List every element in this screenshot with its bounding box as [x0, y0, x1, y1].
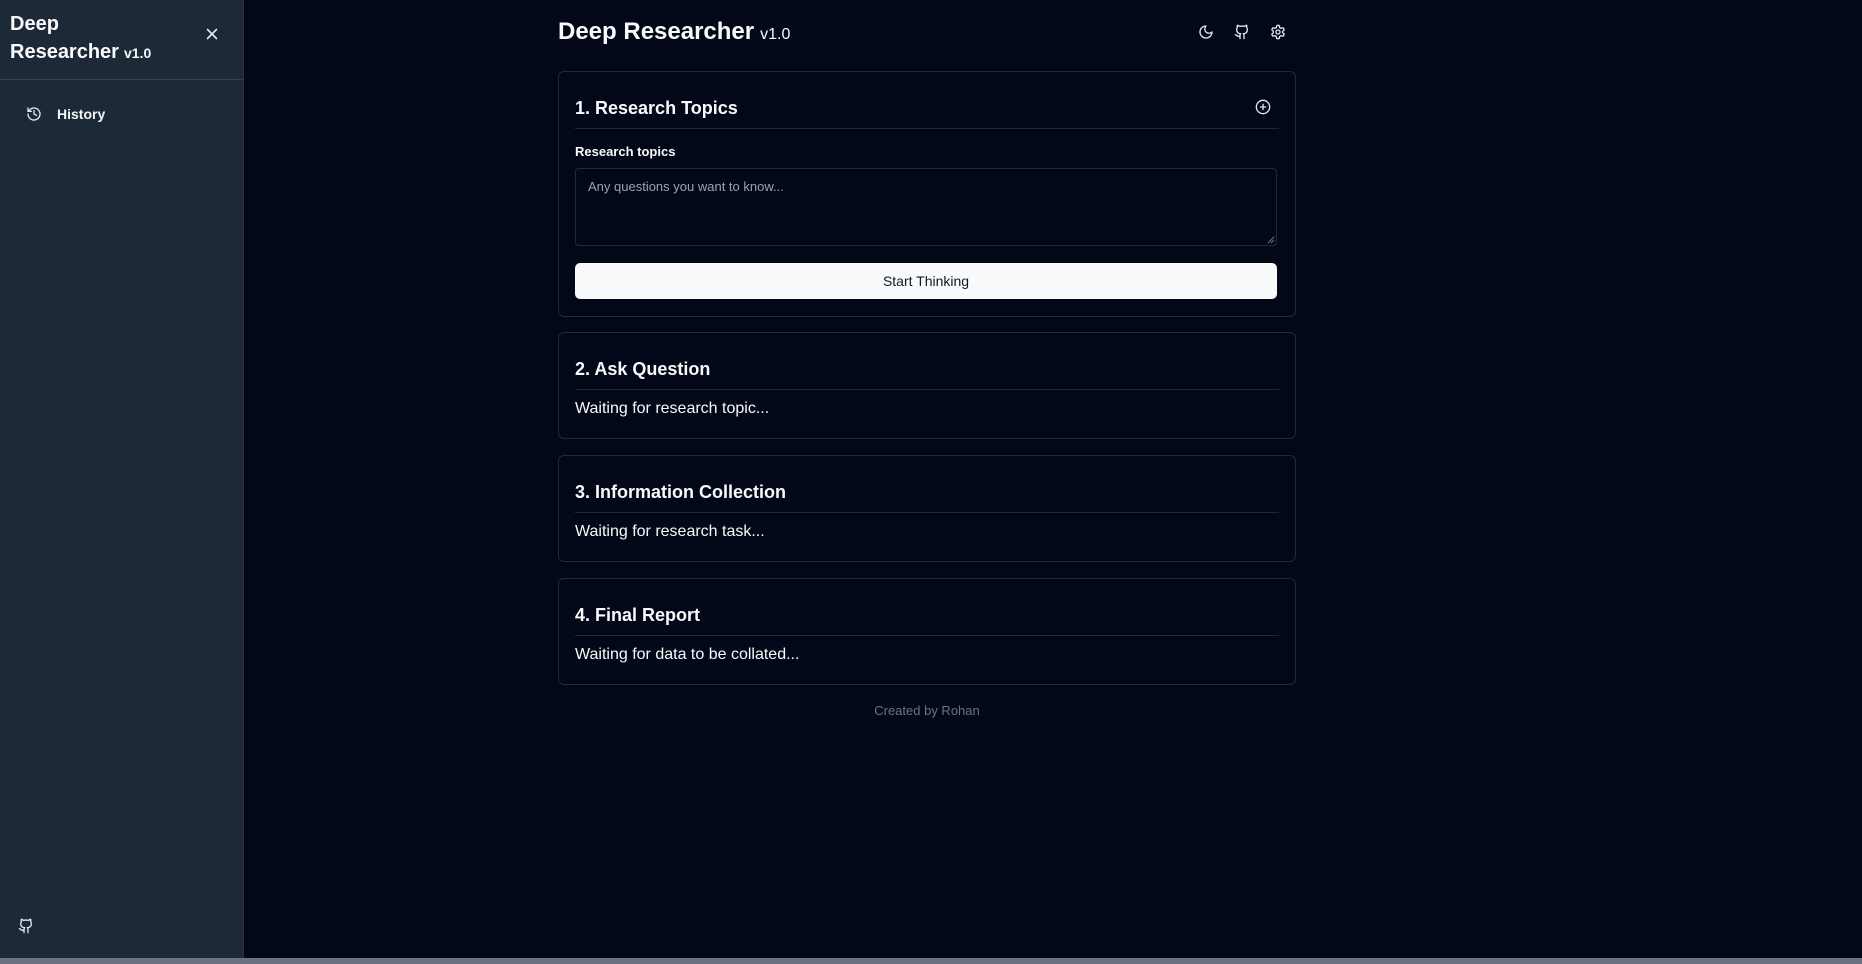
github-icon [1234, 24, 1249, 40]
header-actions [1188, 22, 1296, 42]
window-bottom-border [0, 958, 1862, 964]
status-text: Waiting for data to be collated... [575, 646, 800, 663]
research-topics-input[interactable] [575, 168, 1277, 246]
main-content: Deep Researcher v1.0 1. Research Topics … [558, 0, 1296, 718]
card-title: 2. Ask Question [575, 359, 711, 379]
status-text: Waiting for research task... [575, 523, 765, 540]
page-version: v1.0 [760, 26, 791, 43]
github-button[interactable] [1224, 22, 1260, 42]
sidebar-item-label: History [57, 106, 106, 122]
close-icon[interactable] [204, 26, 220, 42]
card-title: 3. Information Collection [575, 482, 787, 502]
github-icon[interactable] [18, 918, 34, 934]
card-header: 3. Information Collection [575, 456, 1279, 513]
settings-button[interactable] [1260, 22, 1296, 42]
add-circle-icon[interactable] [1255, 99, 1271, 115]
research-topics-card: 1. Research Topics Research topics Start… [558, 71, 1296, 317]
sidebar-version: v1.0 [124, 45, 152, 61]
card-header: 4. Final Report [575, 579, 1279, 636]
page-title: Deep Researcher v1.0 [558, 18, 790, 46]
sidebar: Deep Researcher v1.0 History [0, 0, 244, 958]
card-title: 4. Final Report [575, 605, 701, 625]
topbar: Deep Researcher v1.0 [558, 0, 1296, 70]
resize-grip-icon[interactable] [1267, 236, 1275, 244]
theme-toggle-button[interactable] [1188, 22, 1224, 42]
card-header: 2. Ask Question [575, 333, 1279, 390]
sidebar-header: Deep Researcher v1.0 [0, 0, 243, 80]
sidebar-item-history[interactable]: History [18, 100, 228, 128]
moon-icon [1199, 25, 1213, 39]
research-topics-label: Research topics [575, 144, 676, 159]
ask-question-card: 2. Ask Question Waiting for research top… [558, 332, 1296, 439]
page-title-text: Deep Researcher [558, 18, 755, 45]
start-thinking-button[interactable]: Start Thinking [575, 263, 1277, 299]
card-header: 1. Research Topics [575, 72, 1279, 129]
information-collection-card: 3. Information Collection Waiting for re… [558, 455, 1296, 562]
final-report-card: 4. Final Report Waiting for data to be c… [558, 578, 1296, 685]
card-title: 1. Research Topics [575, 98, 738, 118]
history-icon [27, 107, 41, 121]
status-text: Waiting for research topic... [575, 400, 770, 417]
gear-icon [1271, 24, 1285, 40]
sidebar-title-text: Deep Researcher [10, 13, 119, 63]
footer-credit: Created by Rohan [874, 703, 980, 718]
